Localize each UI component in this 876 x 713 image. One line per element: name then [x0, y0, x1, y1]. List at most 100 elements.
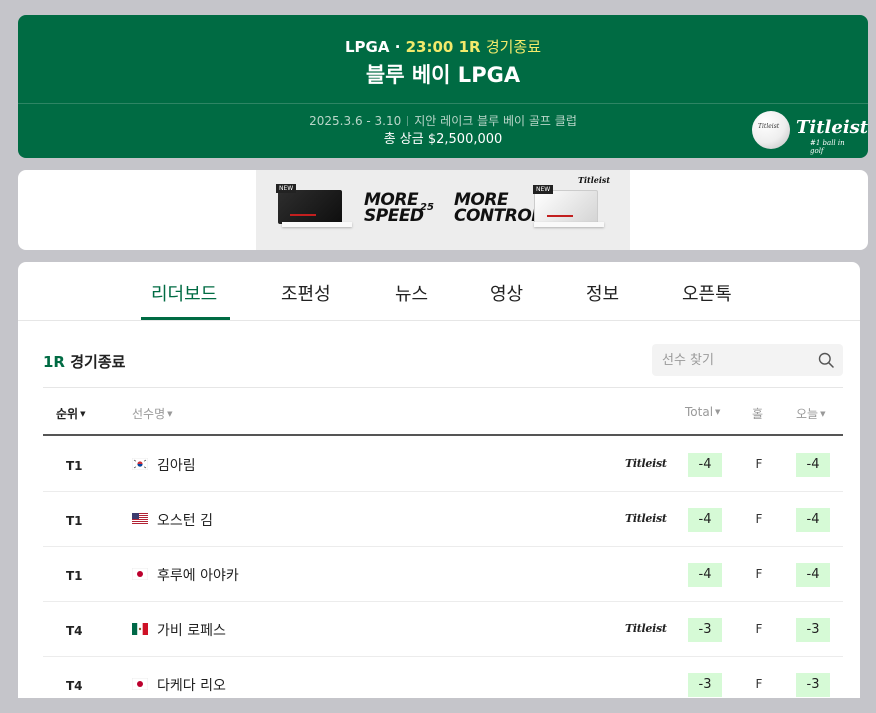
tournament-dates: 2025.3.6 - 3.10	[309, 114, 402, 128]
separator-dot: ·	[394, 38, 406, 56]
round-status-label: 경기종료	[70, 353, 126, 371]
col-total-label: Total	[685, 405, 714, 419]
leaderboard-row[interactable]: T1 오스턴 김 Titleist -4 F -4	[43, 492, 843, 547]
ad-text-line: CONTROL	[454, 206, 542, 226]
total-score: -4	[688, 508, 722, 532]
player-name[interactable]: 후루에 아야카	[157, 565, 239, 585]
tournament-venue: 지안 레이크 블루 베이 골프 클럽	[414, 114, 577, 128]
col-rank[interactable]: 순위 ▼	[56, 405, 85, 422]
player-name[interactable]: 김아림	[157, 455, 196, 475]
mexico-flag-icon	[132, 623, 148, 635]
search-icon[interactable]	[818, 352, 834, 368]
tournament-header: LPGA · 23:00 1R 경기종료 블루 베이 LPGA 2025.3.6…	[18, 15, 868, 158]
player-sponsor-logo: Titleist	[625, 457, 667, 470]
player-name[interactable]: 오스턴 김	[157, 510, 213, 530]
tournament-info: 2025.3.6 - 3.10 지안 레이크 블루 베이 골프 클럽	[18, 112, 868, 129]
sort-caret-icon: ▼	[80, 410, 86, 418]
tab-pairings[interactable]: 조편성	[281, 280, 331, 306]
usa-flag-icon	[132, 513, 148, 525]
col-today[interactable]: 오늘 ▼	[796, 405, 825, 422]
ad-text-speed: MORE SPEED	[364, 192, 424, 226]
today-score: -3	[796, 618, 830, 642]
hole-status: F	[755, 677, 763, 691]
sponsor-tagline: #1 ball in golf	[810, 139, 845, 155]
leaderboard-header: 순위 ▼ 선수명 ▼ Total ▼ 홀 오늘 ▼	[43, 387, 843, 436]
box-stripe	[290, 214, 316, 216]
active-tab-indicator	[141, 317, 230, 320]
today-score: -4	[796, 508, 830, 532]
tournament-title: 블루 베이 LPGA	[365, 63, 521, 87]
new-badge: NEW	[533, 185, 554, 194]
ad-brand-logo: Titleist	[578, 175, 611, 185]
sponsor-logo[interactable]: Titleist Titleist #1 ball in golf	[752, 111, 868, 155]
col-total[interactable]: Total ▼	[685, 405, 720, 419]
info-separator	[407, 116, 409, 126]
leaderboard-row[interactable]: T1 김아림 Titleist -4 F -4	[43, 437, 843, 492]
player-name[interactable]: 다케다 리오	[157, 675, 226, 695]
tab-info[interactable]: 정보	[586, 280, 619, 306]
sort-caret-icon: ▼	[820, 410, 826, 418]
hole-status: F	[755, 622, 763, 636]
player-rank: T4	[66, 624, 83, 638]
tab-video[interactable]: 영상	[490, 280, 523, 306]
ad-text-control: MORE CONTROL	[454, 192, 542, 226]
tour-name: LPGA	[344, 38, 390, 56]
header-divider	[18, 103, 868, 104]
round-title: 1R 경기종료	[43, 351, 125, 372]
round-number: 1R	[458, 38, 481, 56]
col-rank-label: 순위	[56, 407, 79, 421]
ad-banner[interactable]: NEW MORE SPEED 25 MORE CONTROL NEW Title…	[256, 170, 630, 250]
golf-ball-icon: Titleist	[752, 111, 790, 149]
player-name[interactable]: 가비 로페스	[157, 620, 226, 640]
total-score: -3	[688, 618, 722, 642]
tournament-status-line: LPGA · 23:00 1R 경기종료	[18, 36, 868, 57]
leaderboard-row[interactable]: T4 가비 로페스 Titleist -3 F -3	[43, 602, 843, 657]
tee-time: 23:00	[405, 38, 454, 56]
player-rank: T1	[66, 459, 83, 473]
sort-caret-icon: ▼	[715, 408, 721, 416]
ad-shelf	[282, 222, 352, 227]
hole-status: F	[755, 457, 763, 471]
tab-leaderboard[interactable]: 리더보드	[151, 280, 217, 306]
box-stripe	[547, 215, 573, 217]
col-player[interactable]: 선수명 ▼	[132, 405, 173, 422]
hole-status: F	[755, 567, 763, 581]
tournament-purse: 총 상금 $2,500,000	[383, 132, 503, 147]
col-hole: 홀	[752, 407, 764, 421]
today-score: -3	[796, 673, 830, 697]
player-sponsor-logo: Titleist	[625, 622, 667, 635]
player-sponsor-logo: Titleist	[625, 512, 667, 525]
total-score: -3	[688, 673, 722, 697]
tab-open-talk[interactable]: 오픈톡	[682, 280, 732, 306]
sort-caret-icon: ▼	[167, 410, 173, 418]
leaderboard-panel: 리더보드 조편성 뉴스 영상 정보 오픈톡 1R 경기종료 순위▼ 선수명▼ T…	[18, 262, 860, 698]
today-score: -4	[796, 563, 830, 587]
ad-banner-container: NEW MORE SPEED 25 MORE CONTROL NEW Title…	[18, 170, 868, 250]
sponsor-wordmark: Titleist	[796, 117, 869, 138]
player-rank: T1	[66, 569, 83, 583]
round-status: 경기종료	[485, 38, 542, 56]
col-player-label: 선수명	[132, 407, 166, 421]
total-score: -4	[688, 563, 722, 587]
korea-flag-icon	[132, 458, 148, 470]
tab-bar: 리더보드 조편성 뉴스 영상 정보 오픈톡	[18, 262, 860, 321]
round-label: 1R	[43, 353, 65, 371]
col-today-label: 오늘	[796, 407, 819, 421]
leaderboard-row[interactable]: T4 다케다 리오 -3 F -3	[43, 657, 843, 698]
new-badge: NEW	[276, 184, 297, 193]
player-search	[652, 344, 843, 376]
player-rank: T4	[66, 679, 83, 693]
tab-news[interactable]: 뉴스	[395, 280, 428, 306]
hole-status: F	[755, 512, 763, 526]
japan-flag-icon	[132, 678, 148, 690]
ad-text-line: SPEED	[364, 206, 424, 226]
today-score: -4	[796, 453, 830, 477]
leaderboard-row[interactable]: T1 후루에 아야카 -4 F -4	[43, 547, 843, 602]
player-search-input[interactable]	[652, 344, 812, 376]
ad-year-mark: 25	[420, 202, 434, 213]
ad-shelf	[534, 222, 604, 227]
ball-box-light: NEW	[533, 185, 598, 224]
total-score: -4	[688, 453, 722, 477]
golf-ball-brand: Titleist	[758, 123, 780, 130]
japan-flag-icon	[132, 568, 148, 580]
